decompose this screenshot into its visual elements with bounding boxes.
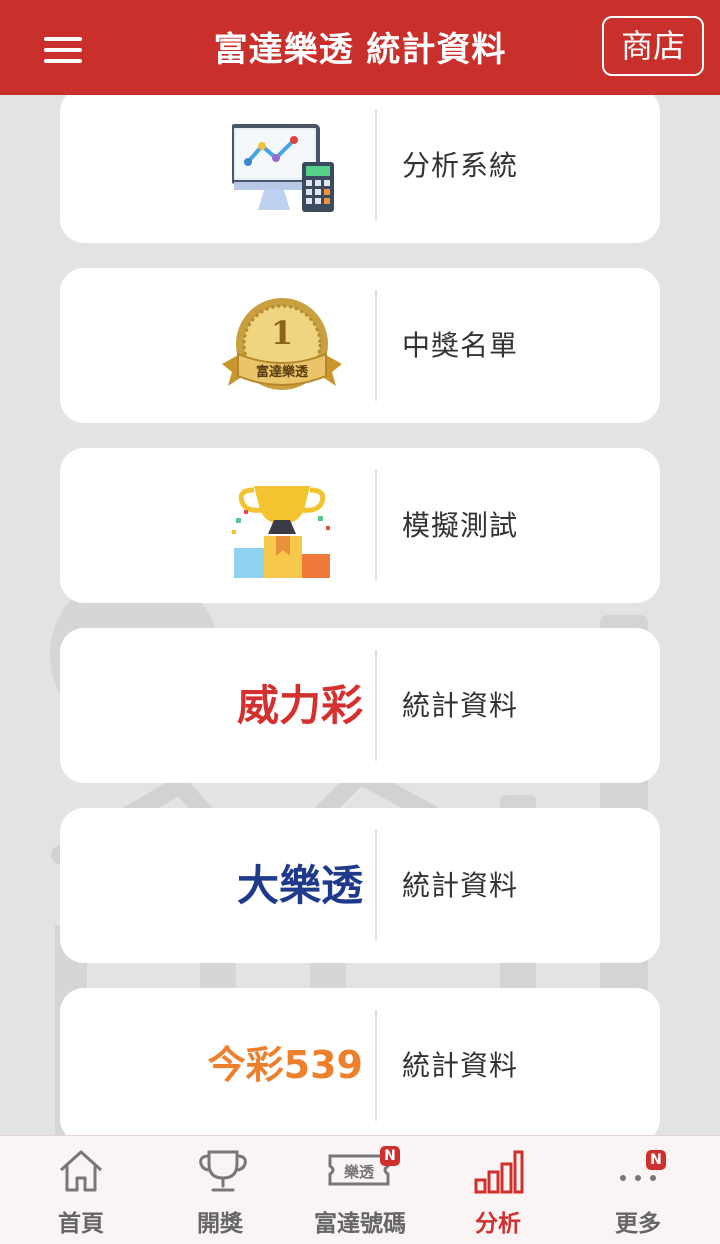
brand-daily-cash-539-logo: 今彩539 [207,1043,363,1087]
app-header: 富達樂透 統計資料 商店 [0,0,720,95]
card-lotto649-stats[interactable]: 大樂透 統計資料 [60,808,660,963]
card-simulation-test[interactable]: 模擬測試 [60,448,660,603]
card-divider [375,470,377,581]
card-brand-area: 威力彩 [60,628,375,783]
card-label: 統計資料 [402,869,519,902]
card-icon-area [60,88,375,243]
card-brand-area: 今彩539 [60,988,375,1143]
card-analysis-system[interactable]: 分析系統 [60,88,660,243]
card-label: 分析系統 [402,149,519,182]
shop-button[interactable]: 商店 [602,16,704,76]
tab-label: 更多 [615,1211,661,1237]
new-badge: N [380,1146,400,1166]
tab-analysis[interactable]: 分析 [438,1136,558,1244]
trophy-podium-icon [232,486,330,578]
gold-medal-icon: 1 富達樂透 [222,298,342,390]
card-icon-area: 1 富達樂透 [60,268,375,423]
card-daily-cash-539-stats[interactable]: 今彩539 統計資料 [60,988,660,1143]
card-label: 中獎名單 [402,329,519,362]
card-divider [375,1010,377,1121]
card-icon-area [60,448,375,603]
card-brand-area: 大樂透 [60,808,375,963]
background-chart-illustration [50,570,648,1135]
tab-more[interactable]: N 更多 [578,1136,698,1244]
card-super-lotto-stats[interactable]: 威力彩 統計資料 [60,628,660,783]
brand-super-lotto-logo: 威力彩 [236,681,363,730]
brand-lotto649-logo: 大樂透 [236,861,363,910]
medal-text: 富達樂透 [256,364,308,380]
bottom-tab-bar: 首頁 開獎 樂透 N 富達號碼 分析 N 更多 [0,1135,720,1244]
tab-home[interactable]: 首頁 [21,1136,141,1244]
card-divider [375,830,377,941]
new-badge: N [646,1150,666,1170]
card-divider [375,290,377,401]
bar-chart-icon [474,1150,524,1194]
card-divider [375,650,377,761]
tab-label: 首頁 [58,1211,104,1237]
card-label: 模擬測試 [402,509,519,542]
tab-draw-results[interactable]: 開獎 [160,1136,280,1244]
tab-label: 分析 [475,1211,521,1237]
card-winners-list[interactable]: 1 富達樂透 中獎名單 [60,268,660,423]
card-label: 統計資料 [402,689,519,722]
tab-label: 開獎 [197,1211,243,1237]
card-label: 統計資料 [402,1049,519,1082]
home-icon [59,1150,103,1192]
medal-number: 1 [271,314,293,352]
tab-fuda-numbers[interactable]: 樂透 N 富達號碼 [300,1136,420,1244]
trophy-icon [199,1150,247,1192]
tab-label: 富達號碼 [314,1211,406,1237]
analysis-system-icon [232,124,334,212]
ticket-text: 樂透 [344,1163,375,1181]
card-divider [375,110,377,221]
